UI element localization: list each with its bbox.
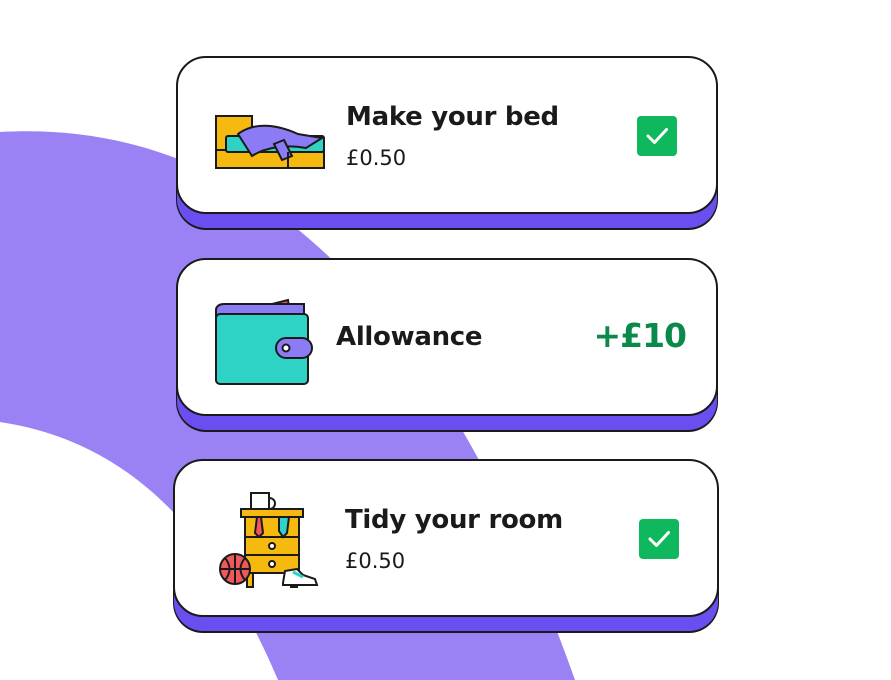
credit-amount: +£10 [593, 316, 687, 355]
task-title: Make your bed [346, 102, 559, 132]
task-title: Allowance [336, 322, 483, 352]
wallet-icon [215, 298, 313, 385]
checkmark-icon [646, 128, 668, 144]
task-amount: £0.50 [346, 146, 407, 170]
task-amount: £0.50 [345, 549, 406, 573]
task-card-allowance[interactable]: Allowance +£10 [176, 258, 718, 416]
checkmark-icon [648, 531, 670, 547]
completed-checkbox[interactable] [637, 116, 677, 156]
tidy-room-icon [219, 492, 319, 588]
completed-checkbox[interactable] [639, 519, 679, 559]
task-card-tidy-your-room[interactable]: Tidy your room £0.50 [173, 459, 719, 617]
task-title: Tidy your room [345, 505, 563, 535]
task-card-make-your-bed[interactable]: Make your bed £0.50 [176, 56, 718, 214]
bed-icon [215, 115, 325, 169]
